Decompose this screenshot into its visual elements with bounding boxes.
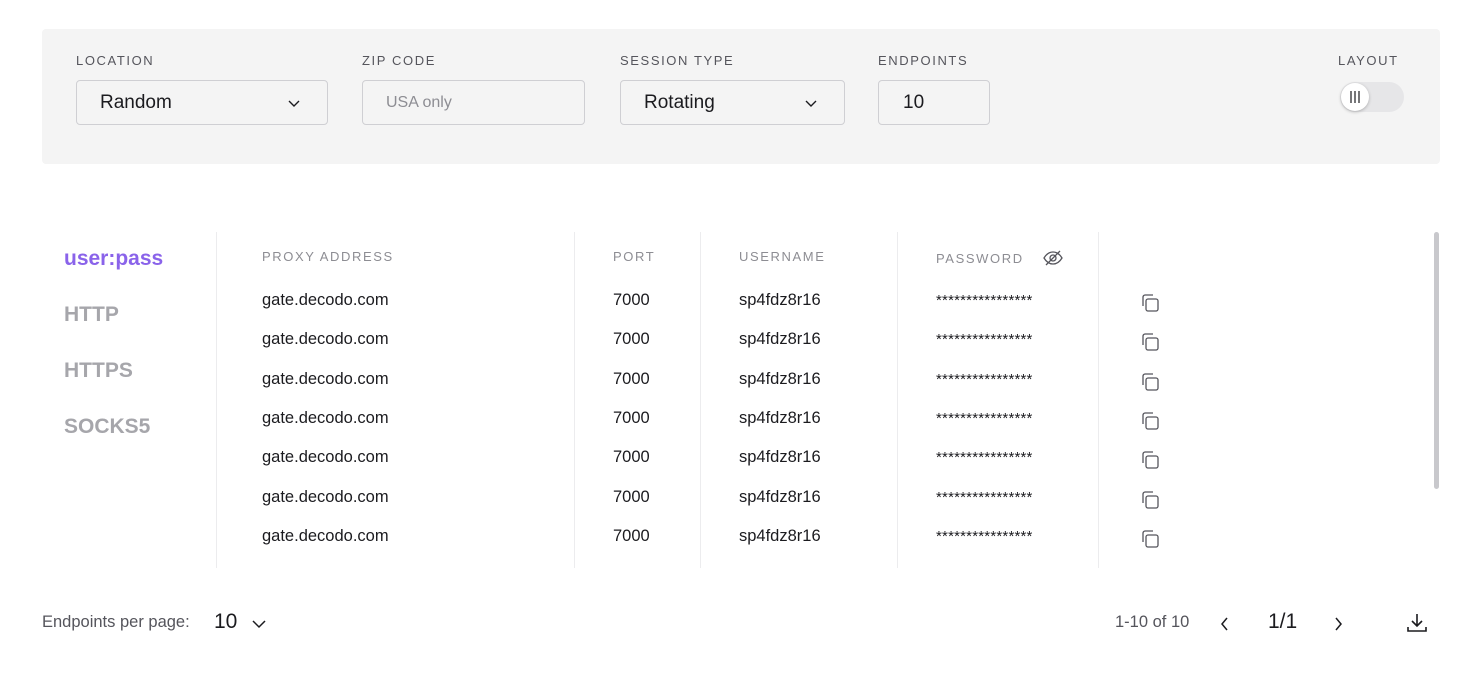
download-icon	[1407, 614, 1427, 632]
port-cell: 7000	[613, 291, 650, 309]
proxy-address-cell: gate.decodo.com	[262, 487, 389, 506]
username-cell: sp4fdz8r16	[739, 369, 821, 388]
prev-page-button[interactable]	[1215, 612, 1235, 636]
chevron-left-icon	[1221, 617, 1228, 631]
table-row: gate.decodo.com 7000 sp4fdz8r16 ***********…	[216, 485, 1426, 524]
copy-icon[interactable]	[1138, 527, 1162, 551]
page-indicator: 1/1	[1268, 610, 1298, 633]
table-row: gate.decodo.com 7000 sp4fdz8r16 ***********…	[216, 327, 1426, 366]
password-cell: ****************	[936, 409, 1033, 427]
proxy-address-cell: gate.decodo.com	[262, 563, 389, 568]
port-cell: 7000	[613, 408, 650, 427]
proxy-address-cell: gate.decodo.com	[262, 330, 389, 349]
chevron-right-icon	[1335, 617, 1342, 631]
password-cell: ****************	[936, 527, 1033, 545]
port-cell: 7000	[613, 369, 650, 388]
proxy-address-cell: gate.decodo.com	[262, 291, 389, 309]
eye-off-icon[interactable]	[1042, 249, 1064, 267]
chevron-down-icon	[804, 96, 818, 110]
table-row: gate.decodo.com 7000 sp4fdz8r16 ***********…	[216, 445, 1426, 484]
location-label: LOCATION	[76, 53, 155, 68]
port-cell: 7000	[613, 487, 650, 506]
username-cell: sp4fdz8r16	[739, 563, 821, 568]
endpoints-table: PROXY ADDRESS PORT USERNAME PASSWORD gat…	[216, 232, 1446, 568]
tab-http[interactable]: HTTP	[64, 300, 214, 356]
table-row: gate.decodo.com 7000 sp4fdz8r16 ***********…	[216, 524, 1426, 563]
password-cell: ****************	[936, 449, 1033, 467]
tab-socks5[interactable]: SOCKS5	[64, 412, 214, 468]
per-page-select[interactable]: 10	[214, 610, 267, 634]
port-cell: 7000	[613, 526, 650, 545]
password-cell: ****************	[936, 567, 1033, 568]
copy-icon[interactable]	[1138, 488, 1162, 512]
chevron-down-icon	[251, 614, 267, 630]
per-page-label: Endpoints per page:	[42, 613, 190, 631]
endpoints-input[interactable]: 10	[878, 80, 990, 125]
zip-label: ZIP CODE	[362, 53, 436, 68]
username-cell: sp4fdz8r16	[739, 448, 821, 467]
next-page-button[interactable]	[1328, 612, 1348, 636]
zip-placeholder: USA only	[386, 93, 452, 111]
password-cell: ****************	[936, 488, 1033, 506]
header-port: PORT	[613, 249, 656, 264]
password-cell: ****************	[936, 292, 1033, 309]
header-password-label: PASSWORD	[936, 250, 1024, 266]
username-cell: sp4fdz8r16	[739, 408, 821, 427]
port-cell: 7000	[613, 448, 650, 467]
filters-panel: LOCATION Random ZIP CODE USA only SESSIO…	[42, 29, 1440, 164]
username-cell: sp4fdz8r16	[739, 526, 821, 545]
table-row: gate.decodo.com 7000 sp4fdz8r16 ***********…	[216, 367, 1426, 406]
tab-user-pass[interactable]: user:pass	[64, 244, 214, 300]
proxy-address-cell: gate.decodo.com	[262, 369, 389, 388]
port-cell: 7000	[613, 330, 650, 349]
copy-icon[interactable]	[1138, 291, 1162, 315]
location-value: Random	[100, 91, 172, 113]
copy-icon[interactable]	[1138, 330, 1162, 354]
proxy-address-cell: gate.decodo.com	[262, 526, 389, 545]
location-select[interactable]: Random	[76, 80, 328, 125]
table-row: gate.decodo.com 7000 sp4fdz8r16 ***********…	[216, 406, 1426, 445]
header-password: PASSWORD	[936, 249, 1064, 267]
endpoints-value: 10	[903, 91, 925, 113]
layout-label: LAYOUT	[1338, 53, 1399, 68]
toggle-knob	[1341, 83, 1369, 111]
copy-icon[interactable]	[1138, 370, 1162, 394]
username-cell: sp4fdz8r16	[739, 291, 821, 309]
table-row: gate.decodo.com 7000 sp4fdz8r16 ***********…	[216, 288, 1426, 327]
proxy-address-cell: gate.decodo.com	[262, 448, 389, 467]
zip-input[interactable]: USA only	[362, 80, 585, 125]
password-cell: ****************	[936, 331, 1033, 349]
pagination-range: 1-10 of 10	[1115, 613, 1190, 631]
session-type-label: SESSION TYPE	[620, 53, 735, 68]
header-username: USERNAME	[739, 249, 826, 264]
port-cell: 7000	[613, 563, 650, 568]
table-row: gate.decodo.com 7000 sp4fdz8r16 ***********…	[216, 563, 1426, 568]
endpoints-label: ENDPOINTS	[878, 53, 969, 68]
format-tabs: user:pass HTTP HTTPS SOCKS5	[64, 244, 214, 468]
password-cell: ****************	[936, 370, 1033, 388]
tab-https[interactable]: HTTPS	[64, 356, 214, 412]
username-cell: sp4fdz8r16	[739, 330, 821, 349]
copy-icon[interactable]	[1138, 448, 1162, 472]
header-proxy-address: PROXY ADDRESS	[262, 249, 394, 264]
layout-toggle[interactable]	[1340, 82, 1404, 112]
proxy-address-cell: gate.decodo.com	[262, 408, 389, 427]
session-type-select[interactable]: Rotating	[620, 80, 845, 125]
username-cell: sp4fdz8r16	[739, 487, 821, 506]
copy-icon[interactable]	[1138, 566, 1162, 568]
download-button[interactable]	[1404, 610, 1430, 636]
grip-icon	[1350, 91, 1360, 103]
copy-icon[interactable]	[1138, 409, 1162, 433]
per-page-value: 10	[214, 610, 238, 633]
session-type-value: Rotating	[644, 91, 715, 113]
chevron-down-icon	[287, 96, 301, 110]
table-scrollbar[interactable]	[1434, 232, 1439, 489]
